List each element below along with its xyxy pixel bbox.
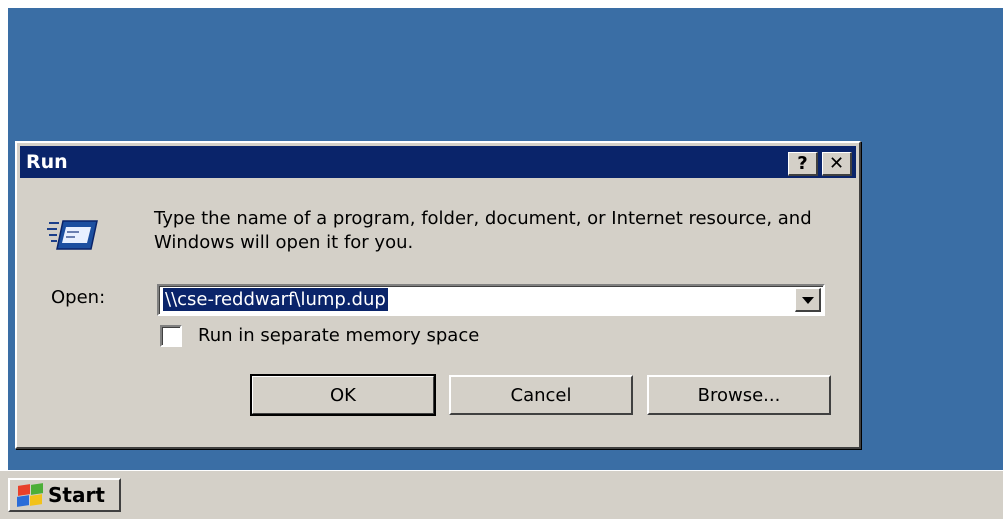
open-combobox[interactable]: \\cse-reddwarf\lump.dup bbox=[157, 284, 825, 316]
dialog-title: Run bbox=[26, 151, 68, 173]
dropdown-button[interactable] bbox=[795, 288, 821, 312]
cancel-button[interactable]: Cancel bbox=[449, 375, 633, 415]
title-bar[interactable]: Run ? ✕ bbox=[20, 146, 856, 178]
browse-button[interactable]: Browse... bbox=[647, 375, 831, 415]
close-button[interactable]: ✕ bbox=[822, 152, 852, 176]
run-icon bbox=[47, 220, 98, 250]
help-icon: ? bbox=[797, 153, 808, 174]
separate-memory-checkbox[interactable] bbox=[160, 325, 182, 347]
checkbox-label[interactable]: Run in separate memory space bbox=[198, 325, 479, 346]
start-button[interactable]: Start bbox=[8, 478, 121, 512]
start-label: Start bbox=[48, 483, 105, 507]
taskbar: Start bbox=[0, 470, 1003, 519]
prompt-text: Type the name of a program, folder, docu… bbox=[154, 208, 812, 253]
screen: Run ? ✕ Type the name of a program, fold… bbox=[0, 0, 1003, 519]
chevron-down-icon bbox=[802, 297, 814, 304]
run-dialog: Run ? ✕ Type the name of a program, fold… bbox=[15, 141, 861, 449]
open-input[interactable]: \\cse-reddwarf\lump.dup bbox=[163, 288, 388, 311]
open-label: Open: bbox=[51, 287, 106, 308]
close-icon: ✕ bbox=[828, 153, 845, 174]
help-button[interactable]: ? bbox=[788, 152, 818, 176]
windows-flag-icon bbox=[14, 483, 44, 507]
ok-button[interactable]: OK bbox=[250, 374, 436, 416]
